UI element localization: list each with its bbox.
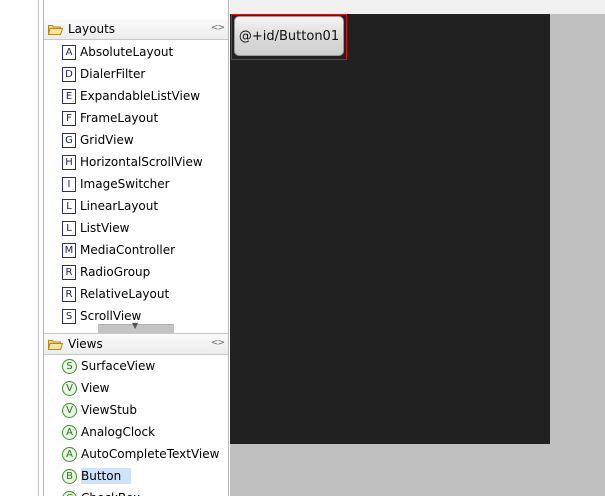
palette-item-label: AutoCompleteTextView bbox=[81, 447, 220, 461]
widget-letter-icon: V bbox=[62, 402, 77, 418]
palette-item-relativelayout[interactable]: R RelativeLayout bbox=[44, 283, 228, 305]
views-section-title: Views bbox=[68, 337, 103, 351]
widget-letter-icon: D bbox=[62, 66, 76, 82]
palette-item-absolutelayout[interactable]: A AbsoluteLayout bbox=[44, 41, 228, 63]
left-gutter bbox=[0, 0, 38, 496]
widget-letter-icon: S bbox=[62, 308, 76, 324]
layouts-section-header[interactable]: Layouts <> bbox=[44, 19, 228, 40]
widget-letter-icon: A bbox=[62, 424, 77, 440]
palette-item-label: AbsoluteLayout bbox=[80, 45, 174, 59]
palette-item-label: ExpandableListView bbox=[80, 89, 201, 103]
palette-item-gridview[interactable]: G GridView bbox=[44, 129, 228, 151]
layouts-section-title: Layouts bbox=[68, 22, 116, 36]
palette-item-label: Button bbox=[81, 468, 132, 484]
views-list: S SurfaceView V View V ViewStub A AnalogClock A A… bbox=[44, 355, 228, 496]
widget-letter-icon: L bbox=[62, 220, 76, 236]
gutter-divider bbox=[38, 0, 39, 496]
open-folder-icon bbox=[48, 339, 63, 350]
widget-letter-icon: R bbox=[62, 286, 76, 302]
palette-item-horizontalscrollview[interactable]: H HorizontalScrollView bbox=[44, 151, 228, 173]
palette-item-label: RadioGroup bbox=[80, 265, 151, 279]
palette-item-label: RelativeLayout bbox=[80, 287, 170, 301]
widget-letter-icon: A bbox=[62, 446, 77, 462]
widget-letter-icon: E bbox=[62, 88, 76, 104]
palette-item-imageswitcher[interactable]: I ImageSwitcher bbox=[44, 173, 228, 195]
widget-letter-icon: R bbox=[62, 264, 76, 280]
palette-item-linearlayout[interactable]: L LinearLayout bbox=[44, 195, 228, 217]
layout-editor: Layouts <> A AbsoluteLayout D DialerFilter E… bbox=[0, 0, 605, 496]
widget-letter-icon: V bbox=[62, 380, 77, 396]
chevron-down-icon: ▼ bbox=[132, 321, 139, 330]
palette-scroll-handle[interactable]: ▼ bbox=[98, 321, 174, 333]
palette-item-surfaceview[interactable]: S SurfaceView bbox=[44, 355, 228, 377]
palette-item-label: GridView bbox=[80, 133, 134, 147]
widget-letter-icon: B bbox=[62, 468, 77, 484]
widget-letter-icon: H bbox=[62, 154, 76, 170]
editor-toolbar-strip bbox=[230, 0, 605, 15]
palette-item-label: CheckBox bbox=[81, 491, 140, 496]
palette-item-label: SurfaceView bbox=[81, 359, 156, 373]
palette-item-listview[interactable]: L ListView bbox=[44, 217, 228, 239]
palette-item-label: ListView bbox=[80, 221, 130, 235]
widget-letter-icon: G bbox=[62, 132, 76, 148]
palette-item-label: DialerFilter bbox=[80, 67, 146, 81]
collapse-arrows-icon[interactable]: <> bbox=[211, 23, 225, 33]
widget-palette: Layouts <> A AbsoluteLayout D DialerFilter E… bbox=[43, 0, 229, 496]
palette-item-expandablelistview[interactable]: E ExpandableListView bbox=[44, 85, 228, 107]
layouts-list: A AbsoluteLayout D DialerFilter E ExpandableL… bbox=[44, 41, 228, 331]
palette-item-label: LinearLayout bbox=[80, 199, 159, 213]
widget-letter-icon: S bbox=[62, 358, 77, 374]
palette-item-label: HorizontalScrollView bbox=[80, 155, 203, 169]
collapse-arrows-icon[interactable]: <> bbox=[211, 338, 225, 348]
device-screen[interactable] bbox=[230, 14, 550, 444]
canvas-button-widget[interactable]: @+id/Button01 bbox=[234, 16, 344, 56]
palette-item-checkbox[interactable]: C CheckBox bbox=[44, 487, 228, 496]
palette-item-label: FrameLayout bbox=[80, 111, 159, 125]
widget-letter-icon: I bbox=[62, 176, 76, 192]
widget-letter-icon: C bbox=[62, 490, 77, 496]
palette-item-framelayout[interactable]: F FrameLayout bbox=[44, 107, 228, 129]
widget-letter-icon: F bbox=[62, 110, 76, 126]
palette-item-viewstub[interactable]: V ViewStub bbox=[44, 399, 228, 421]
widget-letter-icon: L bbox=[62, 198, 76, 214]
widget-letter-icon: M bbox=[62, 242, 76, 258]
palette-item-analogclock[interactable]: A AnalogClock bbox=[44, 421, 228, 443]
palette-item-label: ImageSwitcher bbox=[80, 177, 170, 191]
palette-item-radiogroup[interactable]: R RadioGroup bbox=[44, 261, 228, 283]
palette-item-button[interactable]: B Button bbox=[44, 465, 228, 487]
palette-item-mediacontroller[interactable]: M MediaController bbox=[44, 239, 228, 261]
widget-letter-icon: A bbox=[62, 44, 76, 60]
palette-item-label: View bbox=[81, 381, 110, 395]
palette-item-view[interactable]: V View bbox=[44, 377, 228, 399]
palette-item-label: MediaController bbox=[80, 243, 176, 257]
open-folder-icon bbox=[48, 24, 63, 35]
palette-item-dialerfilter[interactable]: D DialerFilter bbox=[44, 63, 228, 85]
views-section-header[interactable]: Views <> bbox=[44, 333, 228, 355]
palette-item-label: AnalogClock bbox=[81, 425, 156, 439]
palette-item-autocompletetextview[interactable]: A AutoCompleteTextView bbox=[44, 443, 228, 465]
palette-item-label: ViewStub bbox=[81, 403, 138, 417]
